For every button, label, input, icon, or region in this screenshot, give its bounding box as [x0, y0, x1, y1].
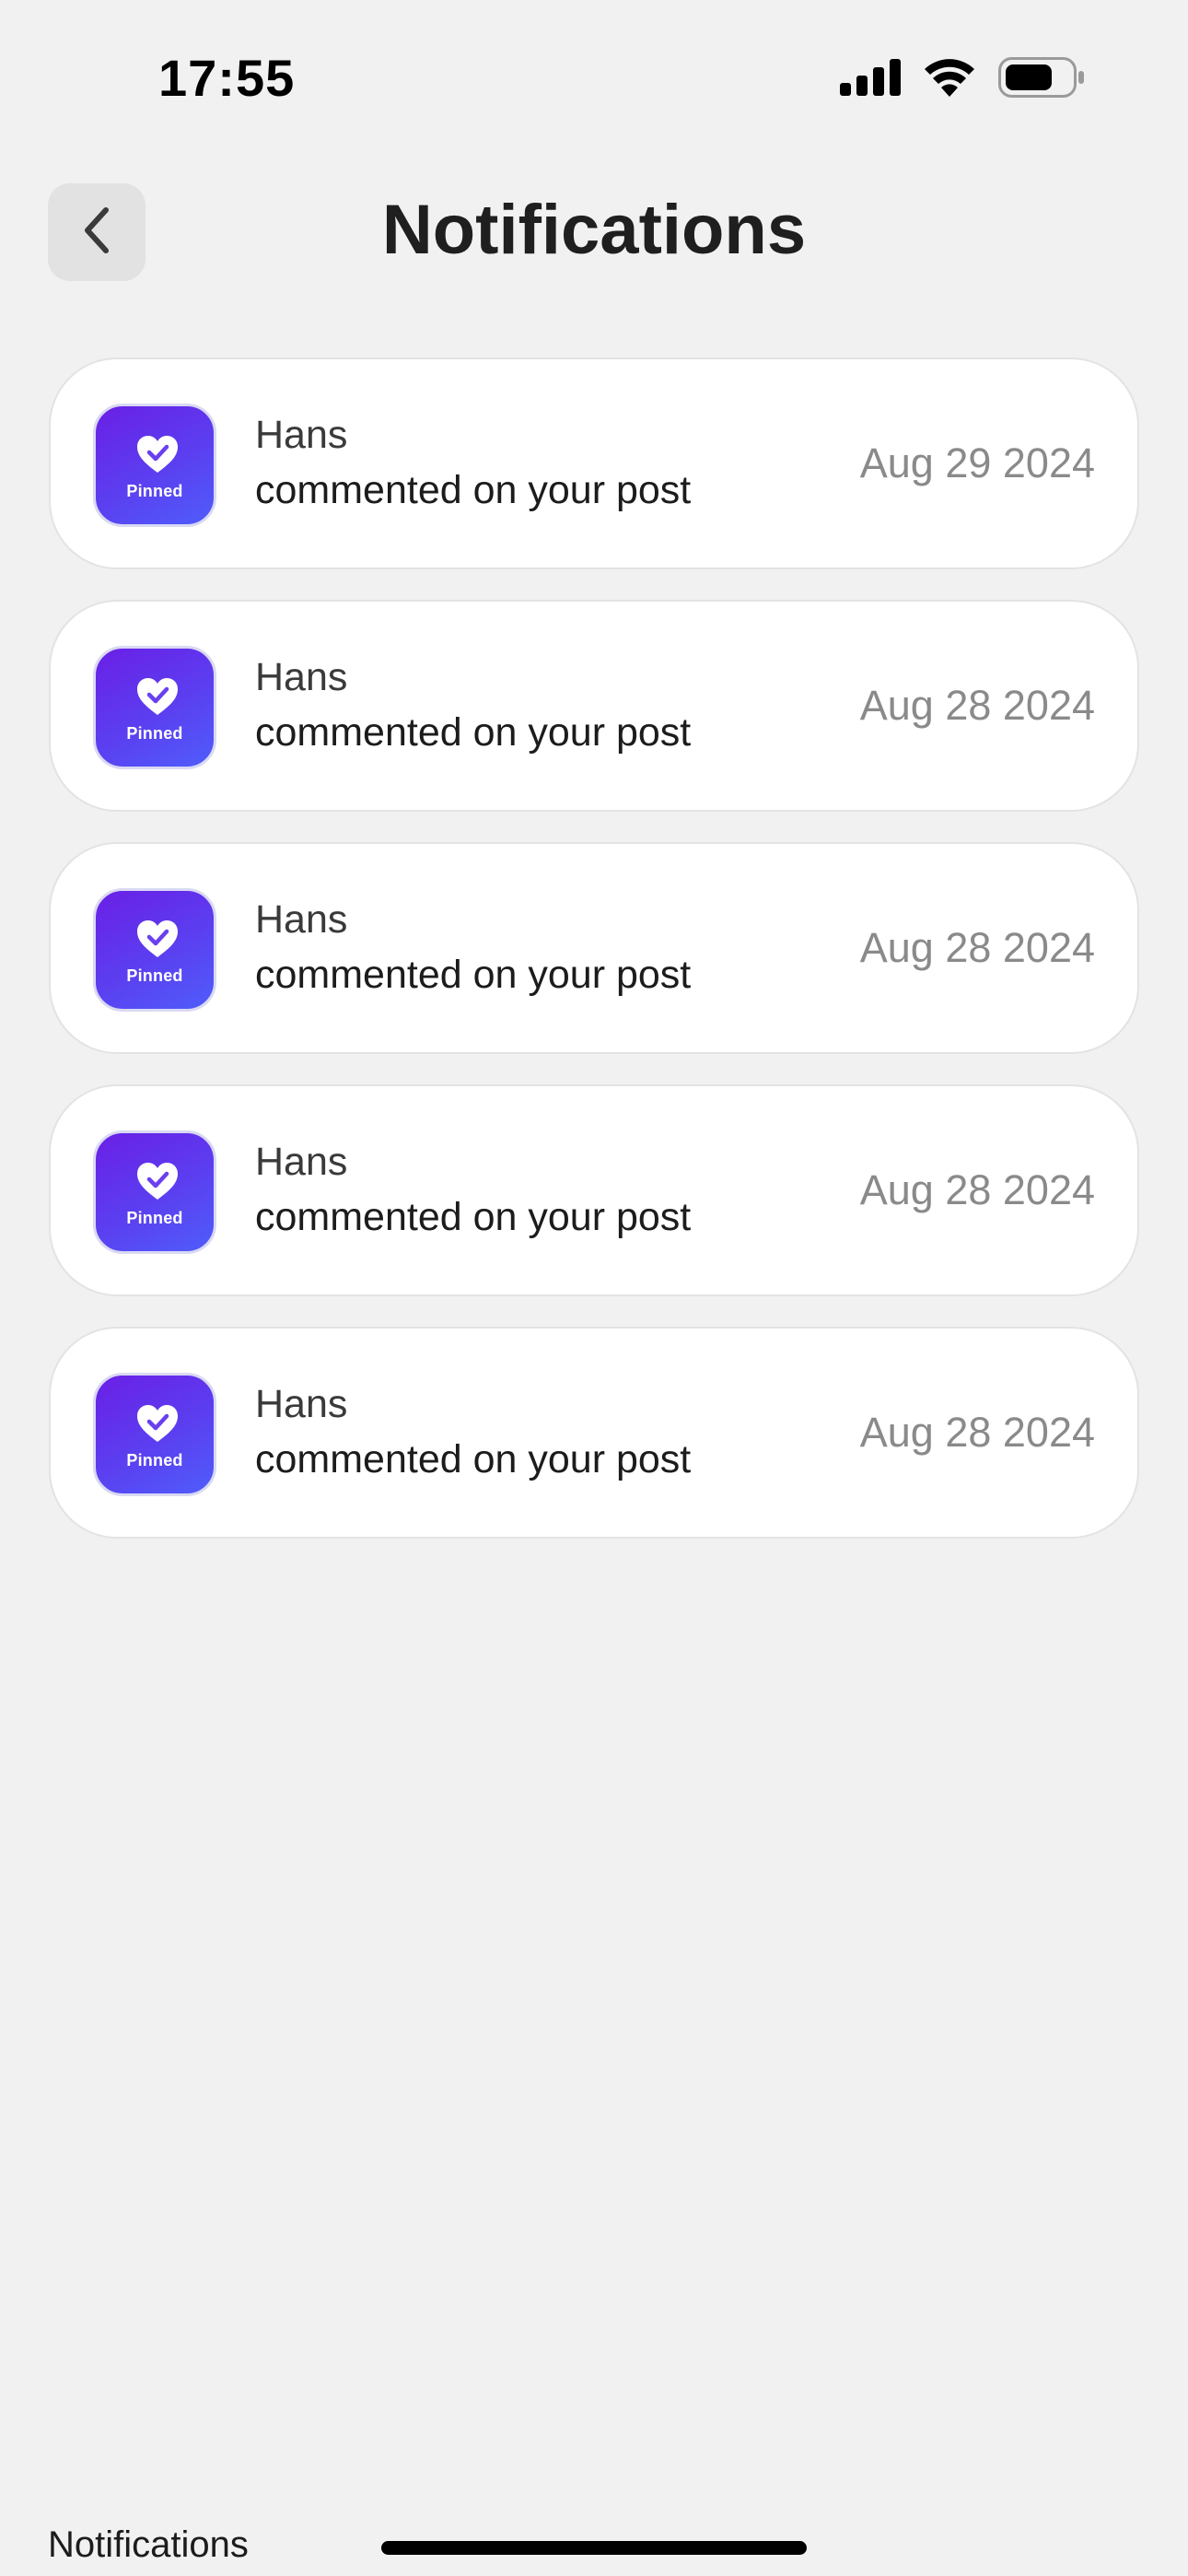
notification-item[interactable]: Pinned Hans commented on your post Aug 2… [49, 357, 1139, 569]
status-icons [840, 57, 1085, 102]
heart-check-icon [137, 678, 178, 715]
status-bar: 17:55 [0, 0, 1188, 157]
bottom-tab-label[interactable]: Notifications [48, 2524, 249, 2566]
app-icon-label: Pinned [126, 1451, 183, 1469]
heart-check-icon [137, 1405, 178, 1442]
page-title: Notifications [381, 191, 807, 269]
notification-user: Hans [255, 1382, 348, 1426]
notification-user: Hans [255, 655, 348, 699]
app-icon: Pinned [93, 646, 216, 769]
notification-item[interactable]: Pinned Hans commented on your post Aug 2… [49, 600, 1139, 812]
app-icon-label: Pinned [126, 724, 183, 743]
app-icon: Pinned [93, 404, 216, 527]
notification-message: commented on your post [255, 710, 692, 755]
notification-message: commented on your post [255, 1195, 692, 1239]
app-icon-label: Pinned [126, 966, 183, 985]
notification-date: Aug 29 2024 [859, 439, 1095, 486]
app-icon: Pinned [93, 1130, 216, 1254]
battery-icon [998, 57, 1085, 102]
heart-check-icon [137, 436, 178, 473]
notification-message: commented on your post [255, 1437, 692, 1481]
app-icon: Pinned [93, 1373, 216, 1496]
notification-item[interactable]: Pinned Hans commented on your post Aug 2… [49, 1327, 1139, 1539]
notification-user: Hans [255, 897, 348, 942]
app-icon-label: Pinned [126, 1209, 183, 1227]
notification-date: Aug 28 2024 [859, 924, 1095, 971]
notification-user: Hans [255, 413, 348, 457]
notification-date: Aug 28 2024 [859, 1409, 1095, 1456]
notification-user: Hans [255, 1140, 348, 1184]
app-icon-label: Pinned [126, 482, 183, 500]
notification-message: commented on your post [255, 468, 692, 512]
status-time: 17:55 [158, 49, 296, 107]
notification-item[interactable]: Pinned Hans commented on your post Aug 2… [49, 1084, 1139, 1296]
home-indicator[interactable] [381, 2541, 807, 2555]
app-icon: Pinned [93, 888, 216, 1012]
notification-list: Pinned Hans commented on your post Aug 2… [49, 357, 1139, 1569]
heart-check-icon [137, 1163, 178, 1200]
cellular-signal-icon [840, 59, 901, 100]
notification-date: Aug 28 2024 [859, 682, 1095, 729]
notification-date: Aug 28 2024 [859, 1166, 1095, 1213]
heart-check-icon [137, 920, 178, 957]
notification-item[interactable]: Pinned Hans commented on your post Aug 2… [49, 842, 1139, 1054]
notification-message: commented on your post [255, 953, 692, 997]
wifi-icon [923, 58, 976, 101]
